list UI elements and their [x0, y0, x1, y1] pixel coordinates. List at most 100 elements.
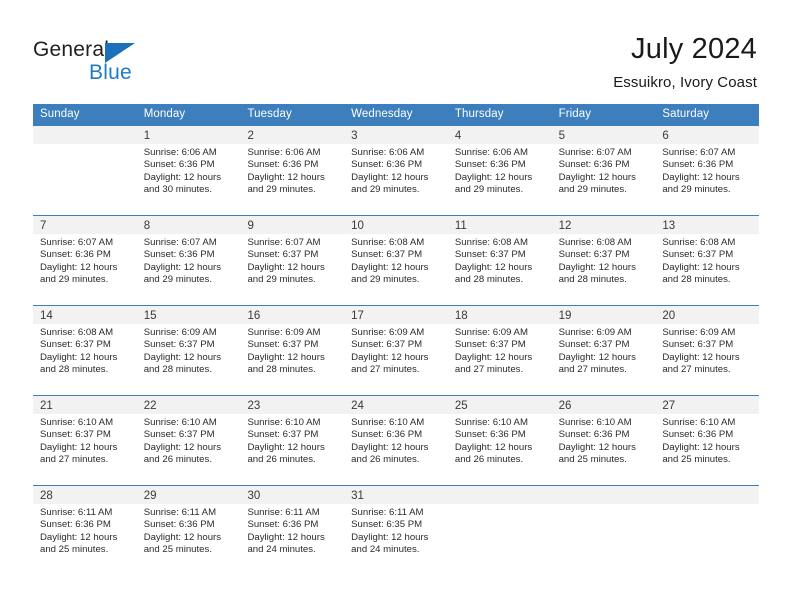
day-cell-11[interactable]: 11 Sunrise: 6:08 AM Sunset: 6:37 PM Dayligh… — [447, 216, 552, 305]
day-cell-6[interactable]: 6 Sunrise: 6:07 AM Sunset: 6:36 PM Daylight… — [655, 126, 760, 215]
sunset-text: Sunset: 6:37 PM — [454, 249, 526, 261]
day-number: 18 — [454, 310, 468, 322]
sunrise-text: Sunrise: 6:07 AM — [247, 237, 321, 248]
daylight-text-line1: Daylight: 12 hours — [662, 261, 740, 273]
day-cell-16[interactable]: 16 Sunrise: 6:09 AM Sunset: 6:37 PM Dayligh… — [240, 306, 345, 395]
day-cell-8[interactable]: 8 Sunrise: 6:07 AM Sunset: 6:36 PM Daylight… — [136, 216, 241, 305]
day-cell-4[interactable]: 4 Sunrise: 6:06 AM Sunset: 6:36 PM Daylight… — [447, 126, 552, 215]
day-number: 25 — [454, 400, 468, 412]
day-cell-7[interactable]: 7 Sunrise: 6:07 AM Sunset: 6:36 PM Daylight… — [33, 216, 137, 305]
sunrise-text: Sunrise: 6:10 AM — [143, 417, 217, 428]
daylight-text-line2: and 25 minutes. — [40, 543, 109, 555]
day-cell-27[interactable]: 27 Sunrise: 6:10 AM Sunset: 6:36 PM Dayligh… — [655, 396, 760, 485]
daylight-text-line2: and 26 minutes. — [454, 453, 524, 465]
daylight-text-line1: Daylight: 12 hours — [351, 261, 429, 273]
daylight-text-line2: and 27 minutes. — [351, 363, 420, 375]
day-cell-2[interactable]: 2 Sunrise: 6:06 AM Sunset: 6:36 PM Daylight… — [240, 126, 345, 215]
day-number: 19 — [558, 310, 572, 322]
daylight-text-line1: Daylight: 12 hours — [247, 261, 325, 273]
sunset-text: Sunset: 6:36 PM — [40, 249, 111, 261]
daylight-text-line1: Daylight: 12 hours — [662, 351, 740, 363]
day-cell-28[interactable]: 28 Sunrise: 6:11 AM Sunset: 6:36 PM Dayligh… — [33, 486, 137, 575]
daylight-text-line2: and 30 minutes. — [143, 183, 212, 195]
sunset-text: Sunset: 6:36 PM — [40, 519, 111, 531]
day-cell-3[interactable]: 3 Sunrise: 6:06 AM Sunset: 6:36 PM Daylight… — [344, 126, 448, 215]
day-details: Sunrise: 6:09 AM Sunset: 6:37 PM Daylight:… — [448, 324, 552, 376]
day-cell-10[interactable]: 10 Sunrise: 6:08 AM Sunset: 6:37 PM Dayligh… — [344, 216, 448, 305]
daylight-text-line1: Daylight: 12 hours — [558, 171, 636, 183]
sunset-text: Sunset: 6:35 PM — [351, 519, 423, 531]
daylight-text-line2: and 29 minutes. — [454, 183, 524, 195]
sunrise-text: Sunrise: 6:06 AM — [143, 147, 217, 158]
daylight-text-line1: Daylight: 12 hours — [558, 351, 636, 363]
sunrise-text: Sunrise: 6:11 AM — [143, 507, 217, 518]
day-number: 4 — [454, 130, 462, 142]
day-cell-30[interactable]: 30 Sunrise: 6:11 AM Sunset: 6:36 PM Dayligh… — [240, 486, 345, 575]
weekday-header-monday: Monday — [143, 108, 186, 120]
day-details: Sunrise: 6:11 AM Sunset: 6:36 PM Daylight:… — [33, 504, 137, 556]
day-cell-29[interactable]: 29 Sunrise: 6:11 AM Sunset: 6:36 PM Dayligh… — [136, 486, 241, 575]
day-cell-26[interactable]: 26 Sunrise: 6:10 AM Sunset: 6:36 PM Dayligh… — [551, 396, 656, 485]
sunrise-text: Sunrise: 6:08 AM — [558, 237, 632, 248]
page-header: General Blue July 2024 Essuikro, Ivory C… — [0, 0, 792, 100]
day-number-band: 20 — [655, 306, 760, 324]
day-details: Sunrise: 6:10 AM Sunset: 6:37 PM Daylight:… — [240, 414, 344, 466]
sunset-text: Sunset: 6:37 PM — [40, 339, 111, 351]
day-details — [655, 504, 759, 507]
sunset-text: Sunset: 6:36 PM — [351, 159, 423, 171]
day-cell-17[interactable]: 17 Sunrise: 6:09 AM Sunset: 6:37 PM Dayligh… — [344, 306, 448, 395]
day-cell-1[interactable]: 1 Sunrise: 6:06 AM Sunset: 6:36 PM Daylight… — [136, 126, 241, 215]
day-number: 7 — [40, 220, 47, 232]
day-cell-9[interactable]: 9 Sunrise: 6:07 AM Sunset: 6:37 PM Daylight… — [240, 216, 345, 305]
day-number: 22 — [143, 400, 157, 412]
sunset-text: Sunset: 6:37 PM — [247, 249, 319, 261]
day-details: Sunrise: 6:11 AM Sunset: 6:36 PM Daylight:… — [137, 504, 241, 556]
day-cell-empty — [33, 126, 137, 215]
daylight-text-line1: Daylight: 12 hours — [40, 351, 118, 363]
day-number: 6 — [662, 130, 669, 142]
daylight-text-line2: and 29 minutes. — [558, 183, 627, 195]
sunrise-text: Sunrise: 6:11 AM — [247, 507, 320, 518]
sunset-text: Sunset: 6:37 PM — [143, 339, 215, 351]
day-cell-12[interactable]: 12 Sunrise: 6:08 AM Sunset: 6:37 PM Dayligh… — [551, 216, 656, 305]
day-number-band: 8 — [136, 216, 241, 234]
day-number: 26 — [558, 400, 572, 412]
sunrise-text: Sunrise: 6:11 AM — [40, 507, 113, 518]
daylight-text-line1: Daylight: 12 hours — [247, 441, 325, 453]
sunrise-text: Sunrise: 6:09 AM — [558, 327, 632, 338]
sunset-text: Sunset: 6:37 PM — [662, 339, 734, 351]
day-cell-21[interactable]: 21 Sunrise: 6:10 AM Sunset: 6:37 PM Dayligh… — [33, 396, 137, 485]
sunrise-text: Sunrise: 6:10 AM — [662, 417, 736, 428]
day-details: Sunrise: 6:06 AM Sunset: 6:36 PM Daylight:… — [344, 144, 448, 196]
day-details: Sunrise: 6:11 AM Sunset: 6:35 PM Daylight:… — [344, 504, 448, 556]
day-cell-24[interactable]: 24 Sunrise: 6:10 AM Sunset: 6:36 PM Dayligh… — [344, 396, 448, 485]
sunrise-text: Sunrise: 6:07 AM — [40, 237, 114, 248]
day-cell-18[interactable]: 18 Sunrise: 6:09 AM Sunset: 6:37 PM Dayligh… — [447, 306, 552, 395]
daylight-text-line1: Daylight: 12 hours — [454, 351, 533, 363]
daylight-text-line2: and 28 minutes. — [40, 363, 109, 375]
daylight-text-line1: Daylight: 12 hours — [40, 441, 118, 453]
day-cell-15[interactable]: 15 Sunrise: 6:09 AM Sunset: 6:37 PM Dayligh… — [136, 306, 241, 395]
day-number-band: 30 — [240, 486, 345, 504]
day-cell-23[interactable]: 23 Sunrise: 6:10 AM Sunset: 6:37 PM Dayligh… — [240, 396, 345, 485]
day-cell-20[interactable]: 20 Sunrise: 6:09 AM Sunset: 6:37 PM Dayligh… — [655, 306, 760, 395]
day-cell-13[interactable]: 13 Sunrise: 6:08 AM Sunset: 6:37 PM Dayligh… — [655, 216, 760, 305]
day-cell-5[interactable]: 5 Sunrise: 6:07 AM Sunset: 6:36 PM Daylight… — [551, 126, 656, 215]
day-details: Sunrise: 6:09 AM Sunset: 6:37 PM Daylight:… — [240, 324, 344, 376]
daylight-text-line2: and 29 minutes. — [40, 273, 109, 285]
page-title: July 2024 — [631, 33, 757, 65]
day-cell-31[interactable]: 31 Sunrise: 6:11 AM Sunset: 6:35 PM Dayligh… — [344, 486, 448, 575]
week-row: 21 Sunrise: 6:10 AM Sunset: 6:37 PM Dayligh… — [33, 395, 760, 485]
day-cell-14[interactable]: 14 Sunrise: 6:08 AM Sunset: 6:37 PM Dayligh… — [33, 306, 137, 395]
day-number-band: 1 — [136, 126, 241, 144]
day-number: 3 — [351, 130, 358, 142]
day-number-band: 9 — [240, 216, 345, 234]
sunset-text: Sunset: 6:36 PM — [143, 249, 215, 261]
day-cell-22[interactable]: 22 Sunrise: 6:10 AM Sunset: 6:37 PM Dayligh… — [136, 396, 241, 485]
sunset-text: Sunset: 6:36 PM — [558, 429, 630, 441]
title-block: July 2024 Essuikro, Ivory Coast — [613, 32, 757, 92]
day-number-band: 5 — [551, 126, 656, 144]
day-cell-19[interactable]: 19 Sunrise: 6:09 AM Sunset: 6:37 PM Dayligh… — [551, 306, 656, 395]
day-cell-25[interactable]: 25 Sunrise: 6:10 AM Sunset: 6:36 PM Dayligh… — [447, 396, 552, 485]
week-row: 7 Sunrise: 6:07 AM Sunset: 6:36 PM Daylight… — [33, 215, 760, 305]
